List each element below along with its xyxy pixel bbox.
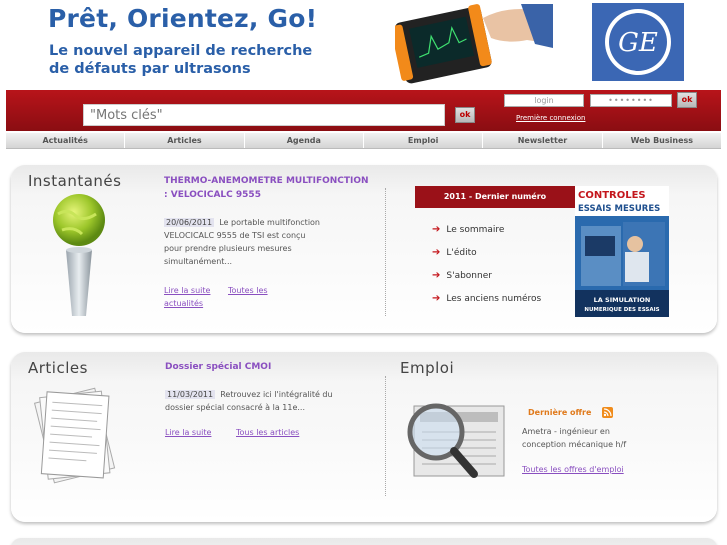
ge-logo[interactable]: GE xyxy=(592,3,684,81)
password-field[interactable]: •••••••• xyxy=(590,94,672,107)
latest-issue-header: 2011 - Dernier numéro xyxy=(415,186,575,208)
divider xyxy=(385,376,386,496)
search-input[interactable] xyxy=(83,104,445,126)
all-news-link-continued[interactable]: actualités xyxy=(164,297,203,310)
all-news-link[interactable]: Toutes les xyxy=(228,284,268,297)
magazine-item-label: Le sommaire xyxy=(446,224,505,235)
main-nav: Actualités Articles Agenda Emploi Newsle… xyxy=(6,133,721,149)
articles-heading: Articles xyxy=(28,359,88,377)
magnifier-newspaper-icon xyxy=(407,403,505,478)
instantane-read-more-link[interactable]: Lire la suite xyxy=(164,284,210,297)
article-title[interactable]: Dossier spécial CMOI xyxy=(165,360,271,374)
magazine-item-label: S'abonner xyxy=(446,270,492,281)
offer-text-line-2: conception mécanique h/f xyxy=(522,440,627,449)
banner-subline: Le nouvel appareil de recherche de défau… xyxy=(49,42,312,78)
divider xyxy=(385,188,386,316)
search-login-bar: ok login •••••••• ok Première connexion xyxy=(6,90,721,131)
instantane-title-line-1: THERMO-ANEMOMETRE MULTIFONCTION xyxy=(164,176,369,186)
arrow-right-icon: ➔ xyxy=(432,247,441,258)
globe-trophy-icon xyxy=(53,194,105,316)
article-text-line-1: Retrouvez ici l'intégralité du xyxy=(220,390,333,399)
magazine-item-edito[interactable]: ➔ L'édito xyxy=(432,241,541,264)
login-field[interactable]: login xyxy=(504,94,584,107)
ultrasonic-device-image xyxy=(395,4,553,84)
first-connection-link[interactable]: Première connexion xyxy=(516,114,585,122)
magazine-item-label: L'édito xyxy=(446,247,477,258)
svg-text:CONTROLES: CONTROLES xyxy=(578,190,646,201)
svg-text:NUMERIQUE DES ESSAIS: NUMERIQUE DES ESSAIS xyxy=(584,307,659,313)
instantane-summary: 20/06/2011 Le portable multifonction VEL… xyxy=(164,216,320,268)
svg-text:GE: GE xyxy=(618,28,658,58)
magazine-cover[interactable]: CONTROLES ESSAIS MESURES LA SIMULATION N… xyxy=(575,186,669,317)
magazine-menu: ➔ Le sommaire ➔ L'édito ➔ S'abonner ➔ Les an… xyxy=(432,218,541,310)
nav-item-newsletter[interactable]: Newsletter xyxy=(483,133,603,148)
magazine-item-abonner[interactable]: ➔ S'abonner xyxy=(432,264,541,287)
banner-subline-2: de défauts par ultrasons xyxy=(49,61,251,77)
instantane-text-line-1: Le portable multifonction xyxy=(219,218,320,227)
all-news-line-1: Toutes les xyxy=(228,286,268,295)
nav-item-articles[interactable]: Articles xyxy=(125,133,245,148)
arrow-right-icon: ➔ xyxy=(432,270,441,281)
nav-item-emploi[interactable]: Emploi xyxy=(364,133,484,148)
magazine-item-label: Les anciens numéros xyxy=(446,293,542,304)
rss-icon[interactable] xyxy=(602,407,613,418)
latest-offer-text[interactable]: Ametra - ingénieur en conception mécaniq… xyxy=(522,425,626,451)
nav-item-actualites[interactable]: Actualités xyxy=(6,133,126,148)
all-articles-link[interactable]: Tous les articles xyxy=(236,426,299,439)
article-date: 11/03/2011 xyxy=(165,390,216,399)
article-read-more-link[interactable]: Lire la suite xyxy=(165,426,211,439)
svg-text:ESSAIS MESURES: ESSAIS MESURES xyxy=(578,204,660,214)
offer-text-line-1: Ametra - ingénieur en xyxy=(522,427,610,436)
instantane-text-line-3: pour prendre plusieurs mesures xyxy=(164,244,292,253)
documents-stack-icon xyxy=(33,387,116,484)
ad-banner[interactable]: Prêt, Orientez, Go! Le nouvel appareil d… xyxy=(0,0,727,90)
article-text-line-2: dossier spécial consacré à la 11e... xyxy=(165,403,305,412)
rss-icon-glyph xyxy=(603,408,612,417)
next-panel xyxy=(11,538,717,545)
instantane-text-line-2: VELOCICALC 9555 de TSI est conçu xyxy=(164,231,306,240)
magazine-item-anciens[interactable]: ➔ Les anciens numéros xyxy=(432,287,541,310)
banner-subline-1: Le nouvel appareil de recherche xyxy=(49,43,313,59)
login-ok-button[interactable]: ok xyxy=(677,92,697,108)
magazine-item-sommaire[interactable]: ➔ Le sommaire xyxy=(432,218,541,241)
instantane-title[interactable]: THERMO-ANEMOMETRE MULTIFONCTION : VELOCI… xyxy=(164,174,369,202)
nav-item-web-business[interactable]: Web Business xyxy=(603,133,721,148)
magazine-cover-image: CONTROLES ESSAIS MESURES LA SIMULATION N… xyxy=(575,186,669,317)
all-offers-link[interactable]: Toutes les offres d'emploi xyxy=(522,463,624,476)
latest-offer-label: Dernière offre xyxy=(528,408,592,417)
instantane-title-line-2: : VELOCICALC 9555 xyxy=(164,190,261,200)
instantane-date: 20/06/2011 xyxy=(164,218,215,227)
arrow-right-icon: ➔ xyxy=(432,224,441,235)
ge-logo-icon: GE xyxy=(605,9,671,75)
emploi-heading: Emploi xyxy=(400,359,455,377)
article-summary: 11/03/2011 Retrouvez ici l'intégralité d… xyxy=(165,388,333,414)
banner-headline: Prêt, Orientez, Go! xyxy=(48,4,318,33)
instantane-text-line-4: simultanément... xyxy=(164,257,233,266)
svg-text:LA SIMULATION: LA SIMULATION xyxy=(594,296,651,304)
nav-item-agenda[interactable]: Agenda xyxy=(245,133,364,148)
arrow-right-icon: ➔ xyxy=(432,293,441,304)
search-ok-button[interactable]: ok xyxy=(455,107,475,123)
instantanes-heading: Instantanés xyxy=(28,172,122,190)
